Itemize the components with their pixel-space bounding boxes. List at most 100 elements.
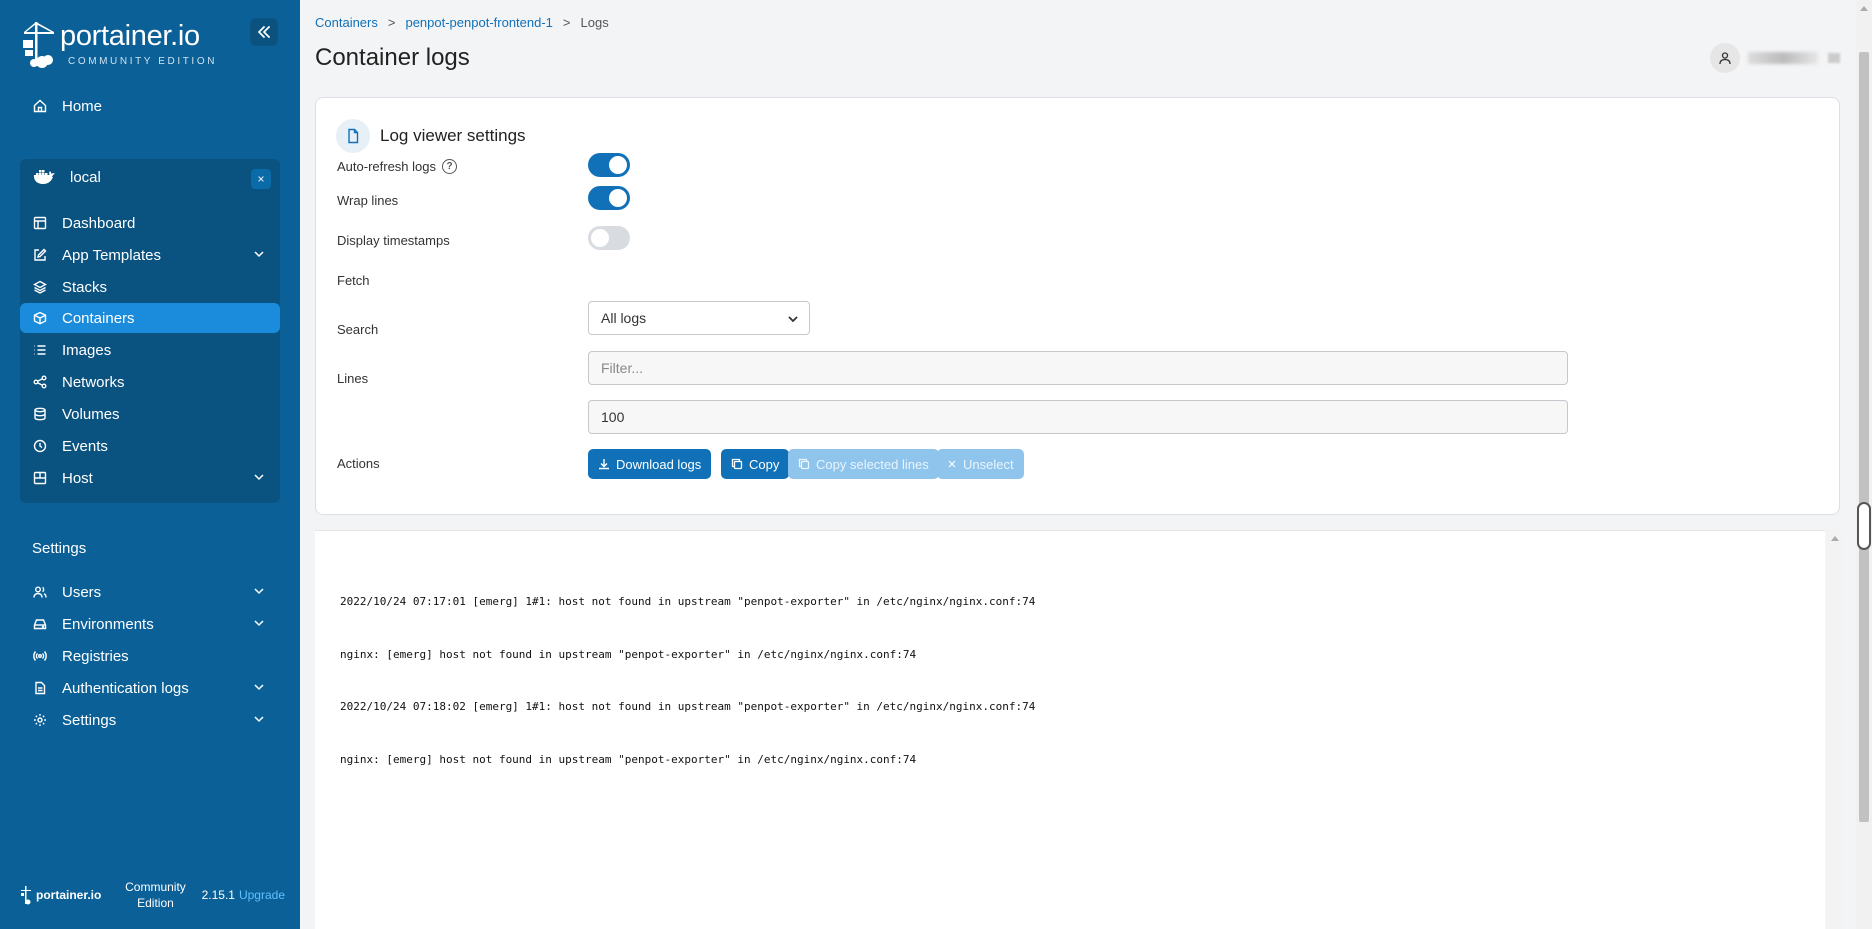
page-title: Container logs (315, 44, 470, 71)
portainer-crane-icon (21, 886, 31, 905)
sidebar-item-label: Host (62, 469, 93, 487)
log-line[interactable]: nginx: [emerg] host not found in upstrea… (340, 751, 1035, 769)
auto-refresh-label: Auto-refresh logs ? (337, 159, 457, 174)
footer-brand-text: portainer.io (36, 888, 102, 902)
download-logs-label: Download logs (616, 456, 702, 472)
sidebar-item-stacks[interactable]: Stacks (20, 272, 280, 302)
gear-icon (32, 712, 48, 728)
sidebar-item-host[interactable]: Host (20, 463, 280, 493)
log-output-panel[interactable]: 2022/10/24 07:17:01 [emerg] 1#1: host no… (315, 530, 1825, 929)
breadcrumb-containers-link[interactable]: Containers (315, 15, 378, 30)
sidebar-item-containers[interactable]: Containers (20, 303, 280, 333)
copy-label: Copy (749, 456, 780, 472)
log-line[interactable]: 2022/10/24 07:18:02 [emerg] 1#1: host no… (340, 698, 1035, 716)
main-content: Containers > penpot-penpot-frontend-1 > … (300, 0, 1856, 929)
sidebar-item-label: Environments (62, 615, 154, 633)
display-timestamps-label: Display timestamps (337, 233, 450, 248)
sidebar: portainer.io COMMUNITY EDITION Home loca… (0, 0, 300, 929)
scroll-up-arrow-icon[interactable] (1860, 6, 1868, 11)
sidebar-item-label: Stacks (62, 278, 108, 296)
toggle-knob (609, 156, 627, 174)
help-icon[interactable]: ? (442, 159, 457, 174)
log-line[interactable]: 2022/10/24 07:17:01 [emerg] 1#1: host no… (340, 593, 1035, 611)
sidebar-item-label: Authentication logs (62, 679, 189, 697)
footer-brand: portainer.io (20, 885, 101, 905)
environment-header[interactable]: local (32, 168, 101, 186)
chevron-down-icon (254, 588, 264, 595)
layers-icon (32, 279, 48, 295)
upgrade-link[interactable]: Upgrade (239, 888, 285, 902)
sidebar-item-authentication-logs[interactable]: Authentication logs (20, 673, 280, 703)
environment-close-button[interactable]: × (251, 169, 271, 189)
clock-icon (32, 438, 48, 454)
sidebar-item-dashboard[interactable]: Dashboard (20, 208, 280, 238)
scrollbar-thumb[interactable] (1859, 52, 1869, 822)
home-icon (32, 98, 48, 114)
portainer-logo[interactable]: portainer.io COMMUNITY EDITION (20, 20, 220, 68)
dashboard-icon (32, 215, 48, 231)
actions-label: Actions (337, 456, 380, 471)
username-blurred (1748, 52, 1818, 64)
logo-text: portainer.io (60, 20, 200, 52)
copy-selected-label: Copy selected lines (816, 456, 929, 472)
breadcrumb-container-link[interactable]: penpot-penpot-frontend-1 (405, 15, 552, 30)
scroll-up-arrow-icon[interactable] (1831, 536, 1839, 541)
sidebar-item-events[interactable]: Events (20, 431, 280, 461)
copy-icon (798, 458, 810, 470)
copy-selected-lines-button[interactable]: Copy selected lines (788, 449, 939, 479)
toggle-knob (609, 189, 627, 207)
search-label: Search (337, 322, 379, 337)
lines-input[interactable] (588, 400, 1568, 434)
sidebar-item-app-templates[interactable]: App Templates (20, 240, 280, 270)
sidebar-item-environments[interactable]: Environments (20, 609, 280, 639)
sidebar-item-label: Home (62, 97, 103, 115)
sidebar-item-registries[interactable]: Registries (20, 641, 280, 671)
unselect-label: Unselect (963, 456, 1014, 472)
card-header: Log viewer settings (336, 119, 526, 153)
sidebar-item-settings[interactable]: Settings (20, 705, 280, 735)
log-viewer-settings-card: Log viewer settings Auto-refresh logs ? … (315, 97, 1840, 515)
edit-icon (32, 247, 48, 263)
auto-refresh-toggle[interactable] (588, 153, 630, 177)
log-line[interactable]: nginx: [emerg] host not found in upstrea… (340, 646, 1035, 664)
file-icon (336, 119, 370, 153)
download-logs-button[interactable]: Download logs (588, 449, 712, 479)
file-text-icon (32, 680, 48, 696)
sidebar-item-users[interactable]: Users (20, 577, 280, 607)
portainer-crane-icon (23, 22, 54, 68)
lines-label: Lines (337, 371, 369, 386)
logo-subtitle: COMMUNITY EDITION (68, 56, 218, 67)
unselect-button[interactable]: Unselect (937, 449, 1024, 479)
fetch-label: Fetch (337, 273, 370, 288)
sidebar-item-images[interactable]: Images (20, 335, 280, 365)
search-input[interactable] (588, 351, 1568, 385)
breadcrumb-separator: > (387, 15, 396, 30)
log-lines: 2022/10/24 07:17:01 [emerg] 1#1: host no… (340, 558, 1035, 803)
collapse-sidebar-button[interactable] (250, 18, 278, 46)
sidebar-item-home[interactable]: Home (20, 91, 280, 121)
user-menu-indicator (1828, 53, 1840, 63)
scroll-handle[interactable] (1857, 502, 1871, 550)
chevron-down-icon (254, 251, 264, 258)
log-scrollbar[interactable] (1827, 530, 1843, 929)
sidebar-item-label: Networks (62, 373, 125, 391)
box-icon (32, 310, 48, 326)
auto-refresh-label-text: Auto-refresh logs (337, 159, 436, 174)
sidebar-item-label: Registries (62, 647, 129, 665)
chevron-down-icon (254, 716, 264, 723)
wrap-lines-toggle[interactable] (588, 186, 630, 210)
sidebar-item-networks[interactable]: Networks (20, 367, 280, 397)
page-scrollbar[interactable] (1856, 0, 1872, 929)
sidebar-item-volumes[interactable]: Volumes (20, 399, 280, 429)
card-title: Log viewer settings (380, 126, 526, 145)
download-icon (598, 458, 610, 470)
copy-button[interactable]: Copy (721, 449, 790, 479)
database-icon (32, 406, 48, 422)
display-timestamps-toggle[interactable] (588, 226, 630, 250)
user-menu[interactable] (1710, 43, 1840, 73)
share-icon (32, 374, 48, 390)
fetch-select[interactable]: All logs (588, 301, 810, 335)
chevron-down-icon (254, 620, 264, 627)
sidebar-footer: portainer.io Community Edition 2.15.1 Up… (20, 875, 285, 915)
host-icon (32, 470, 48, 486)
